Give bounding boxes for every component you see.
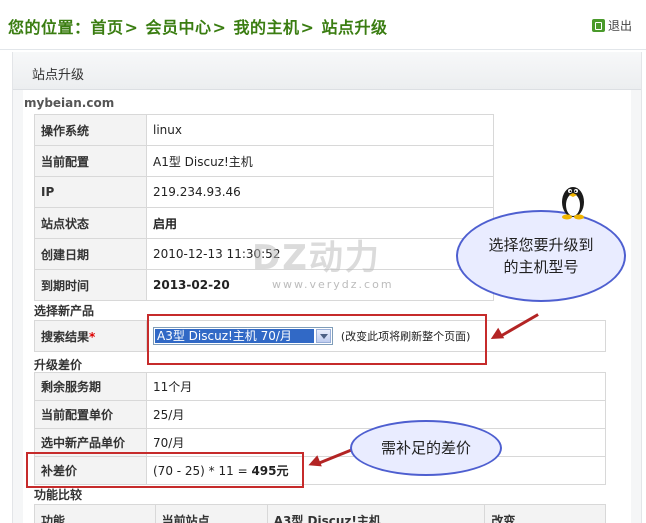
logout-link[interactable]: 退出 [591, 17, 632, 34]
breadcrumb-separator: > [212, 18, 227, 37]
current-unit-price-label: 当前配置单价 [34, 400, 147, 429]
required-mark: * [89, 329, 96, 344]
logout-icon [591, 19, 605, 32]
remaining-period-value: 11个月 [146, 372, 606, 401]
site-status-label: 站点状态 [34, 207, 147, 239]
compare-header-current: 当前站点 [154, 504, 268, 523]
search-result-label: 搜索结果* [34, 320, 147, 352]
current-unit-price-value: 25/月 [146, 400, 606, 429]
logout-label: 退出 [607, 19, 632, 33]
compare-header-new: A3型 Discuz!主机 [266, 504, 486, 523]
watermark-url: www.verydz.com [272, 278, 394, 291]
breadcrumb-separator: > [300, 18, 315, 37]
expiry-date-label: 到期时间 [34, 269, 147, 301]
price-diff-section-label: 升级差价 [34, 358, 83, 372]
select-highlight-box [147, 314, 487, 365]
table-row: 功能 当前站点 A3型 Discuz!主机 改变 [34, 504, 606, 523]
compare-header-change: 改变 [484, 504, 606, 523]
ip-label: IP [34, 176, 147, 208]
breadcrumb-home-link[interactable]: 首页 [91, 18, 124, 37]
panel-header: 站点升级 [13, 52, 641, 90]
compare-header-feature: 功能 [34, 504, 156, 523]
breadcrumb-location-label: 您的位置： [8, 18, 91, 37]
table-row: 当前配置单价 25/月 [34, 400, 606, 429]
site-domain: mybeian.com [24, 96, 115, 110]
table-row: IP 219.234.93.46 [34, 176, 494, 208]
select-product-section-label: 选择新产品 [34, 304, 95, 318]
os-value: linux [146, 114, 494, 146]
breadcrumb-current-page: 站点升级 [321, 18, 388, 37]
search-result-label-text: 搜索结果 [41, 329, 90, 344]
panel-title: 站点升级 [32, 68, 85, 83]
current-config-value: A1型 Discuz!主机 [146, 145, 494, 177]
supplement-highlight-box [26, 452, 304, 488]
hint-bubble-price: 需补足的差价 [350, 420, 502, 476]
created-date-label: 创建日期 [34, 238, 147, 270]
penguin-icon [562, 187, 584, 220]
top-header: 您的位置：首页> 会员中心> 我的主机> 站点升级 退出 [0, 0, 646, 50]
watermark-logo: DZ动力 [252, 238, 381, 278]
ip-value: 219.234.93.46 [146, 176, 494, 208]
breadcrumb-my-hosts-link[interactable]: 我的主机 [234, 18, 300, 37]
compare-table: 功能 当前站点 A3型 Discuz!主机 改变 [34, 504, 606, 523]
table-row: 当前配置 A1型 Discuz!主机 [34, 145, 494, 177]
compare-section-label: 功能比较 [34, 488, 83, 502]
breadcrumb-member-center-link[interactable]: 会员中心 [146, 18, 212, 37]
hint-bubble-select: 选择您要升级到的主机型号 [456, 210, 626, 302]
os-label: 操作系统 [34, 114, 147, 146]
breadcrumb-separator: > [124, 18, 139, 37]
table-row: 操作系统 linux [34, 114, 494, 146]
breadcrumb: 您的位置：首页> 会员中心> 我的主机> 站点升级 [8, 14, 388, 38]
table-row: 剩余服务期 11个月 [34, 372, 606, 401]
current-config-label: 当前配置 [34, 145, 147, 177]
remaining-period-label: 剩余服务期 [34, 372, 147, 401]
